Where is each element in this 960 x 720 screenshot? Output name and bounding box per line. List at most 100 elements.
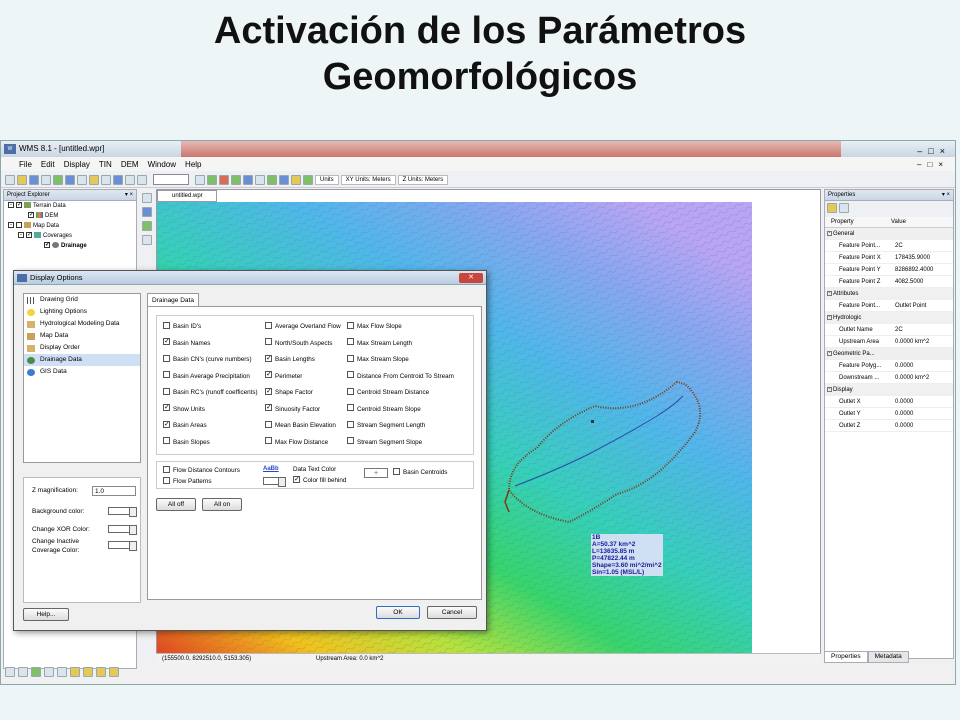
tool-d-icon[interactable] (255, 174, 265, 185)
checkbox-box[interactable] (347, 321, 354, 329)
menu-tin[interactable]: TIN (99, 160, 112, 169)
checkbox-box[interactable] (163, 465, 170, 473)
checkbox-north-south-aspects[interactable]: North/South Aspects (265, 338, 332, 349)
checkbox-flow-contours[interactable]: Flow Distance Contours (163, 465, 240, 476)
help-button[interactable]: Help... (23, 608, 69, 621)
checkbox-distance-from-centroid-to-stream[interactable]: Distance From Centroid To Stream (347, 371, 454, 382)
checkbox-basin-id-s[interactable]: Basin ID's (163, 321, 201, 332)
checkbox-box[interactable] (347, 437, 354, 445)
checkbox-box[interactable] (347, 371, 354, 379)
text-tool-icon[interactable] (44, 667, 54, 677)
refresh-icon[interactable] (53, 174, 63, 185)
checkbox-box[interactable] (163, 476, 170, 484)
fill-color-button[interactable] (263, 477, 286, 487)
checkbox-mean-basin-elevation[interactable]: Mean Basin Elevation (265, 420, 336, 431)
checkbox-box[interactable] (347, 354, 354, 362)
list-item-drainage-data[interactable]: Drainage Data (24, 354, 140, 366)
checkbox-basin-cn-s-curve-numbers[interactable]: Basin CN's (curve numbers) (163, 354, 252, 365)
tool-i-icon[interactable] (70, 667, 80, 677)
collapse-icon[interactable]: - (827, 387, 832, 392)
checkbox-average-overland-flow[interactable]: Average Overland Flow (265, 321, 341, 332)
property-row[interactable]: Feature Point... Outlet Point (825, 300, 953, 312)
property-section[interactable]: - Attributes (825, 288, 953, 300)
frame-icon[interactable] (65, 174, 75, 185)
property-row[interactable]: Outlet Name 2C (825, 324, 953, 336)
checkbox-box[interactable]: ✓ (163, 420, 170, 428)
checkbox-basin-rc-s-runoff-coefficents[interactable]: Basin RC's (runoff coefficents) (163, 387, 258, 398)
expand-icon[interactable]: - (18, 232, 24, 239)
inactive-color-button[interactable] (108, 541, 137, 551)
checkbox-perimeter[interactable]: ✓ Perimeter (265, 371, 302, 382)
checkbox-color-fill[interactable]: ✓ Color fill behind (293, 475, 346, 486)
checkbox-max-stream-slope[interactable]: Max Stream Slope (347, 354, 409, 365)
list-item-drawing-grid[interactable]: Drawing Grid (24, 294, 140, 306)
hydro-icon[interactable] (207, 174, 217, 185)
tool-a-icon[interactable] (219, 174, 229, 185)
property-section[interactable]: - Hydrologic (825, 312, 953, 324)
tab-metadata[interactable]: Metadata (867, 651, 909, 663)
save-icon[interactable] (29, 174, 39, 185)
checkbox-icon[interactable]: ✓ (26, 232, 32, 239)
checkbox-max-flow-slope[interactable]: Max Flow Slope (347, 321, 402, 332)
checkbox-box[interactable] (265, 437, 272, 445)
open-icon[interactable] (17, 174, 27, 185)
checkbox-box[interactable] (163, 437, 170, 445)
all-off-button[interactable]: All off (156, 498, 196, 511)
tool-f-icon[interactable] (279, 174, 289, 185)
checkbox-basin-centroids[interactable]: Basin Centroids (393, 467, 447, 478)
collapse-icon[interactable]: - (827, 291, 832, 296)
checkbox-show-units[interactable]: ✓ Show Units (163, 404, 205, 415)
tab-drainage-data[interactable]: Drainage Data (147, 293, 199, 307)
tool-h-icon[interactable] (57, 667, 67, 677)
select-icon[interactable] (77, 174, 87, 185)
tool-b-icon[interactable] (231, 174, 241, 185)
list-item-hydro[interactable]: Hydrological Modeling Data (24, 318, 140, 330)
centroid-symbol-button[interactable]: + (364, 468, 388, 478)
checkbox-max-flow-distance[interactable]: Max Flow Distance (265, 437, 328, 448)
checkbox-centroid-stream-distance[interactable]: Centroid Stream Distance (347, 387, 429, 398)
checkbox-basin-average-precipitation[interactable]: Basin Average Precipitation (163, 371, 250, 382)
checkbox-box[interactable] (163, 387, 170, 395)
checkbox-icon[interactable]: ✓ (16, 202, 22, 209)
tree-item-coverages[interactable]: - ✓ Coverages (4, 231, 136, 241)
checkbox-box[interactable]: ✓ (265, 404, 272, 412)
checkbox-box[interactable] (265, 338, 272, 346)
collapse-icon[interactable]: - (827, 315, 832, 320)
checkbox-box[interactable] (393, 467, 400, 475)
rect-tool-icon[interactable] (18, 667, 28, 677)
cancel-button[interactable]: Cancel (427, 606, 477, 619)
checkbox-sinuosity-factor[interactable]: ✓ Sinuosity Factor (265, 404, 320, 415)
menu-dem[interactable]: DEM (121, 160, 139, 169)
light-icon[interactable] (89, 174, 99, 185)
all-on-button[interactable]: All on (202, 498, 242, 511)
checkbox-box[interactable]: ✓ (163, 338, 170, 346)
z-magnification-input[interactable]: 1.0 (92, 486, 136, 496)
collapse-icon[interactable]: - (827, 351, 832, 356)
units-icon[interactable] (303, 174, 313, 185)
line-tool-icon[interactable] (5, 667, 15, 677)
categorized-icon[interactable] (827, 203, 837, 213)
property-row[interactable]: Feature Point X 178435.9000 (825, 252, 953, 264)
tree-item-dem[interactable]: ✓ DEM (4, 211, 136, 221)
checkbox-shape-factor[interactable]: ✓ Shape Factor (265, 387, 313, 398)
menu-window[interactable]: Window (148, 160, 176, 169)
tool-e-icon[interactable] (267, 174, 277, 185)
menu-edit[interactable]: Edit (41, 160, 55, 169)
checkbox-box[interactable] (163, 371, 170, 379)
menu-file[interactable]: File (19, 160, 32, 169)
checkbox-max-stream-length[interactable]: Max Stream Length (347, 338, 412, 349)
property-row[interactable]: Downstream ... 0.0000 km^2 (825, 372, 953, 384)
checkbox-basin-areas[interactable]: ✓ Basin Areas (163, 420, 207, 431)
list-item-gis-data[interactable]: GIS Data (24, 366, 140, 378)
tool-j-icon[interactable] (83, 667, 93, 677)
view-icon[interactable] (113, 174, 123, 185)
background-color-button[interactable] (108, 507, 137, 517)
explorer-close-icon[interactable]: ▾ × (125, 190, 133, 201)
expand-icon[interactable]: - (8, 202, 14, 209)
checkbox-stream-segment-slope[interactable]: Stream Segment Slope (347, 437, 422, 448)
xor-color-button[interactable] (108, 525, 137, 535)
checkbox-box[interactable] (347, 420, 354, 428)
select-arrow-icon[interactable] (142, 193, 152, 203)
zoom-icon[interactable] (142, 207, 152, 217)
checkbox-box[interactable]: ✓ (265, 387, 272, 395)
